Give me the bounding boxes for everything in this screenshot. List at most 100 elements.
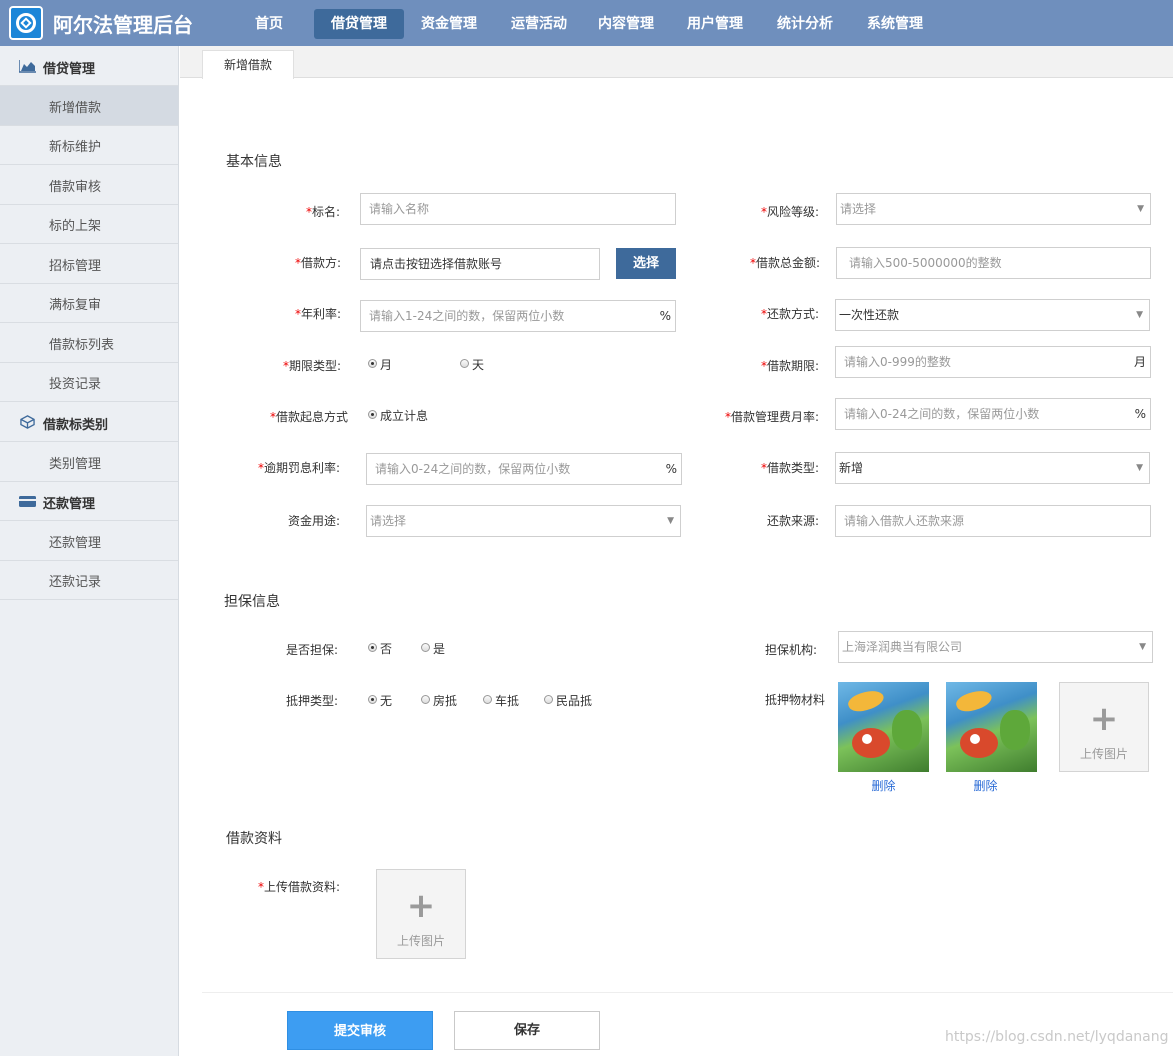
sidebar-item-invest-records[interactable]: 投资记录 bbox=[0, 362, 178, 402]
nav-stats[interactable]: 统计分析 bbox=[765, 9, 845, 39]
sidebar-group-category[interactable]: 借款标类别 bbox=[0, 402, 178, 442]
is-guarantee-label: 是否担保: bbox=[286, 643, 339, 657]
sidebar-item-label: 新标维护 bbox=[49, 140, 102, 155]
submit-review-button[interactable]: 提交审核 bbox=[287, 1011, 433, 1050]
borrower-label: *借款方: bbox=[295, 256, 342, 270]
term-type-day-radio[interactable]: 天 bbox=[460, 356, 484, 373]
mortgage-material-label: 抵押物材料 bbox=[765, 693, 826, 707]
chevron-down-icon: ▼ bbox=[667, 516, 674, 526]
overdue-rate-input[interactable]: 请输入0-24之间的数，保留两位小数% bbox=[366, 453, 682, 485]
mortgage-none-radio[interactable]: 无 bbox=[368, 692, 392, 709]
sidebar-item-listing[interactable]: 标的上架 bbox=[0, 204, 178, 244]
section-title-basic: 基本信息 bbox=[226, 154, 282, 170]
sidebar-group-label: 还款管理 bbox=[43, 497, 96, 512]
term-input[interactable]: 请输入0-999的整数月 bbox=[835, 346, 1151, 378]
upload-label: 上传图片 bbox=[1079, 747, 1128, 761]
mortgage-house-radio[interactable]: 房抵 bbox=[421, 692, 457, 709]
sidebar-item-repay-manage[interactable]: 还款管理 bbox=[0, 521, 178, 561]
nav-home[interactable]: 首页 bbox=[234, 9, 304, 39]
upload-mortgage-image-button[interactable]: + 上传图片 bbox=[1059, 682, 1149, 772]
risk-label: *风险等级: bbox=[761, 205, 820, 219]
nav-loan[interactable]: 借贷管理 bbox=[314, 9, 404, 39]
sidebar-group-loan[interactable]: 借贷管理 bbox=[0, 46, 178, 86]
total-amount-input[interactable]: 请输入500-5000000的整数 bbox=[836, 247, 1151, 279]
nav-operations[interactable]: 运营活动 bbox=[499, 9, 579, 39]
sidebar-item-label: 投资记录 bbox=[49, 377, 102, 392]
purpose-select[interactable]: 请选择 ▼ bbox=[366, 505, 681, 537]
sidebar-item-loan-list[interactable]: 借款标列表 bbox=[0, 323, 178, 363]
sidebar-item-maintain[interactable]: 新标维护 bbox=[0, 125, 178, 165]
loan-type-select[interactable]: 新增 ▼ bbox=[835, 452, 1150, 484]
loan-type-label: *借款类型: bbox=[761, 461, 820, 475]
repay-method-select[interactable]: 一次性还款 ▼ bbox=[835, 299, 1150, 331]
fee-rate-input[interactable]: 请输入0-24之间的数，保留两位小数% bbox=[835, 398, 1151, 430]
fee-rate-label: *借款管理费月率: bbox=[725, 410, 820, 424]
annual-rate-input[interactable]: 请输入1-24之间的数，保留两位小数% bbox=[360, 300, 676, 332]
sidebar-item-label: 借款审核 bbox=[49, 180, 102, 195]
sidebar-group-label: 借贷管理 bbox=[43, 62, 96, 77]
sidebar-item-label: 类别管理 bbox=[49, 457, 102, 472]
sidebar-item-label: 新增借款 bbox=[49, 101, 102, 116]
interest-start-radio[interactable]: 成立计息 bbox=[368, 407, 428, 424]
repay-method-label: *还款方式: bbox=[761, 307, 820, 321]
guarantee-yes-radio[interactable]: 是 bbox=[421, 640, 445, 657]
section-title-guarantee: 担保信息 bbox=[224, 594, 280, 610]
nav-content[interactable]: 内容管理 bbox=[586, 9, 666, 39]
sidebar-item-repay-records[interactable]: 还款记录 bbox=[0, 560, 178, 600]
risk-select[interactable]: 请选择 ▼ bbox=[836, 193, 1151, 225]
term-type-label: *期限类型: bbox=[283, 359, 342, 373]
delete-image-link[interactable]: 删除 bbox=[838, 777, 929, 794]
upload-materials-label: *上传借款资料: bbox=[258, 880, 341, 894]
choose-borrower-button[interactable]: 选择 bbox=[616, 248, 676, 279]
annual-rate-label: *年利率: bbox=[295, 307, 342, 321]
logo-icon bbox=[9, 6, 43, 40]
cube-icon bbox=[20, 415, 35, 429]
tab-new-loan[interactable]: 新增借款 bbox=[202, 50, 294, 79]
total-amount-label: *借款总金额: bbox=[750, 256, 821, 270]
sidebar-item-new-loan[interactable]: 新增借款 bbox=[0, 86, 178, 126]
name-label: *标名: bbox=[306, 205, 341, 219]
name-input[interactable]: 请输入名称 bbox=[360, 193, 676, 225]
repay-source-input[interactable]: 请输入借款人还款来源 bbox=[835, 505, 1151, 537]
chevron-down-icon: ▼ bbox=[1136, 310, 1143, 320]
plus-icon: + bbox=[1089, 699, 1119, 739]
sidebar-item-label: 招标管理 bbox=[49, 259, 102, 274]
guarantee-no-radio[interactable]: 否 bbox=[368, 640, 392, 657]
mortgage-car-radio[interactable]: 车抵 bbox=[483, 692, 519, 709]
chevron-down-icon: ▼ bbox=[1139, 642, 1146, 652]
area-chart-icon bbox=[19, 60, 36, 73]
sidebar-item-category-manage[interactable]: 类别管理 bbox=[0, 442, 178, 482]
upload-materials-button[interactable]: + 上传图片 bbox=[376, 869, 466, 959]
guarantee-org-label: 担保机构: bbox=[765, 643, 818, 657]
nav-system[interactable]: 系统管理 bbox=[855, 9, 935, 39]
term-label: *借款期限: bbox=[761, 359, 820, 373]
save-button[interactable]: 保存 bbox=[454, 1011, 600, 1050]
sidebar-group-repay[interactable]: 还款管理 bbox=[0, 481, 178, 521]
repay-source-label: 还款来源: bbox=[767, 514, 820, 528]
watermark: https://blog.csdn.net/lyqdanang bbox=[945, 1029, 1169, 1045]
sidebar-item-label: 借款标列表 bbox=[49, 338, 115, 353]
sidebar-item-label: 还款管理 bbox=[49, 536, 102, 551]
card-icon bbox=[19, 496, 36, 507]
purpose-label: 资金用途: bbox=[288, 514, 341, 528]
sidebar-item-review[interactable]: 满标复审 bbox=[0, 283, 178, 323]
sidebar-item-tender[interactable]: 招标管理 bbox=[0, 244, 178, 284]
section-title-materials: 借款资料 bbox=[226, 831, 282, 847]
delete-image-link[interactable]: 删除 bbox=[940, 777, 1031, 794]
guarantee-org-select[interactable]: 上海泽润典当有限公司 ▼ bbox=[838, 631, 1153, 663]
chevron-down-icon: ▼ bbox=[1137, 204, 1144, 214]
divider bbox=[202, 992, 1173, 993]
term-type-month-radio[interactable]: 月 bbox=[368, 356, 392, 373]
sidebar: 借贷管理 新增借款 新标维护 借款审核 标的上架 招标管理 满标复审 借款标列表… bbox=[0, 46, 179, 1056]
borrower-input[interactable]: 请点击按钮选择借款账号 bbox=[360, 248, 600, 280]
app-title: 阿尔法管理后台 bbox=[53, 13, 193, 37]
plus-icon: + bbox=[406, 886, 436, 926]
sidebar-item-label: 标的上架 bbox=[49, 219, 102, 234]
sidebar-item-audit[interactable]: 借款审核 bbox=[0, 165, 178, 205]
material-thumbnail[interactable] bbox=[838, 682, 929, 772]
mortgage-goods-radio[interactable]: 民品抵 bbox=[544, 692, 592, 709]
material-thumbnail[interactable] bbox=[946, 682, 1037, 772]
nav-users[interactable]: 用户管理 bbox=[675, 9, 755, 39]
overdue-rate-label: *逾期罚息利率: bbox=[258, 461, 341, 475]
nav-funds[interactable]: 资金管理 bbox=[409, 9, 489, 39]
